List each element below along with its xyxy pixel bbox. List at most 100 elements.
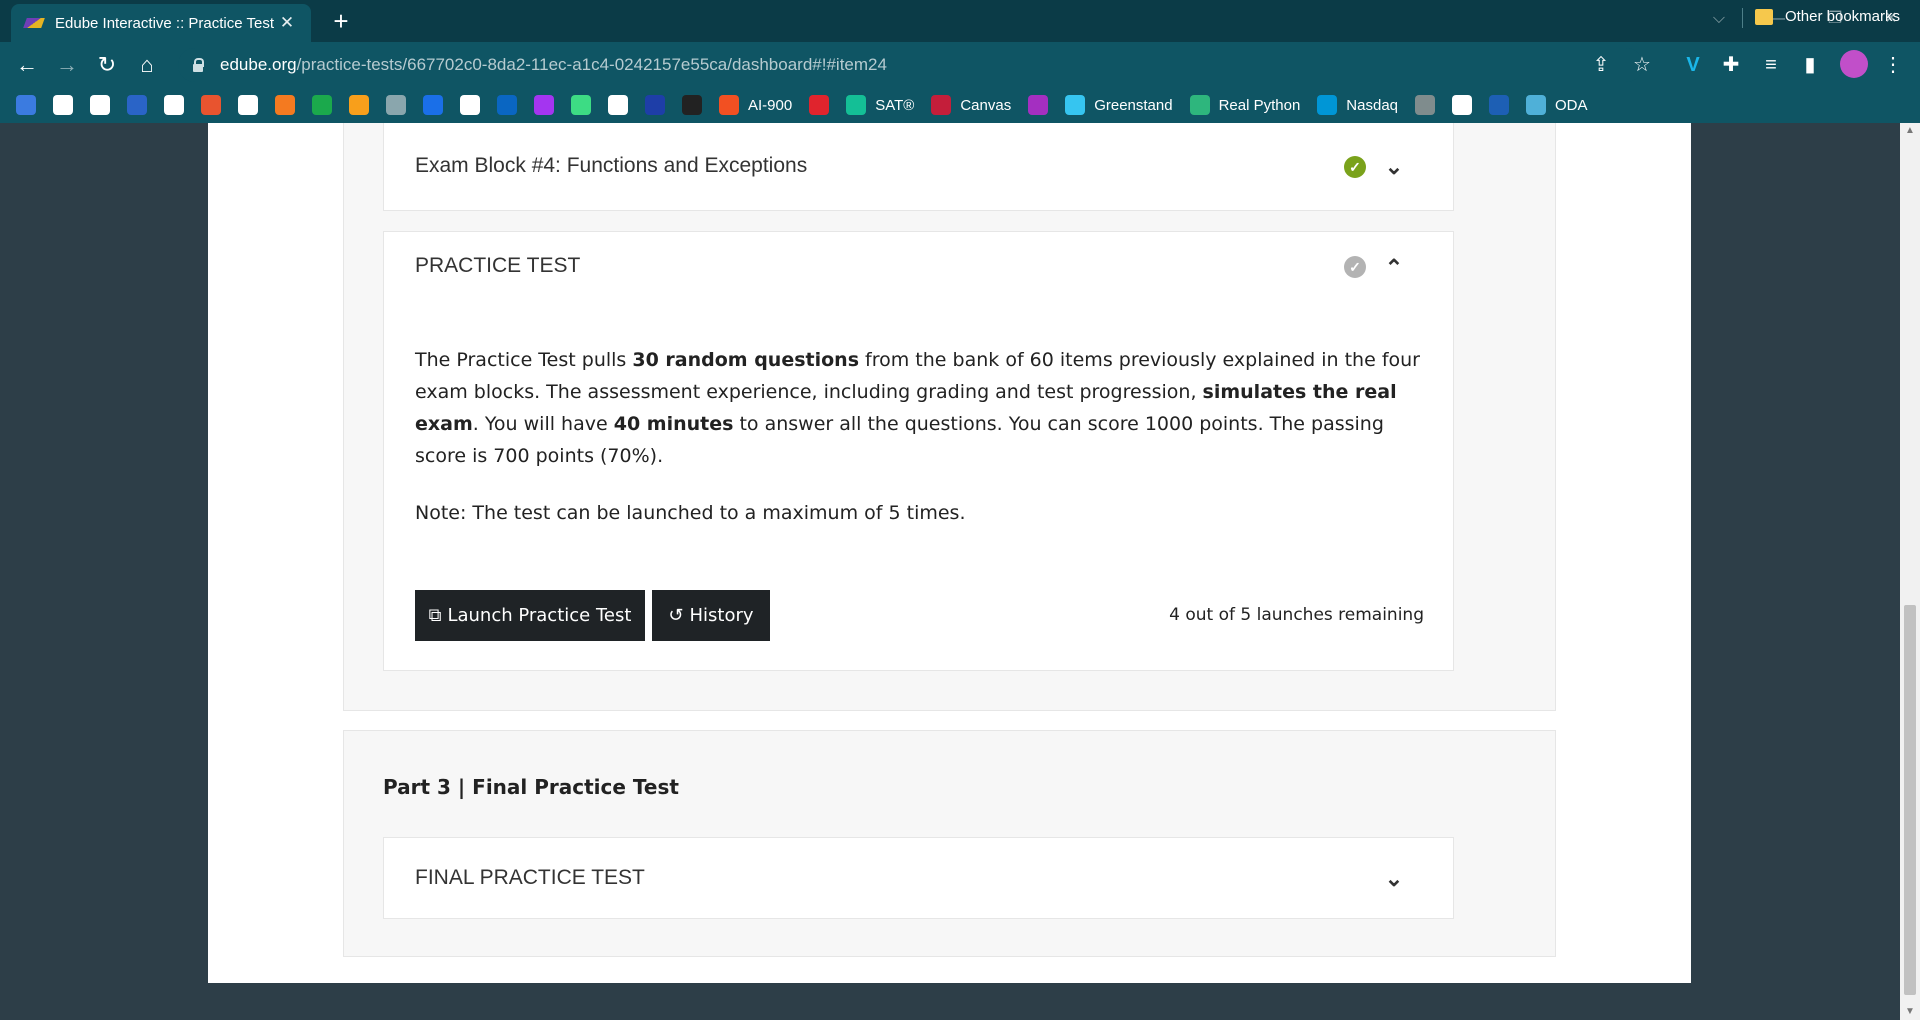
tab-close-icon[interactable]: ✕ xyxy=(277,13,297,33)
lambda-icon xyxy=(238,95,258,115)
bookmark-item[interactable] xyxy=(423,95,443,115)
bookmark-item[interactable] xyxy=(386,95,406,115)
completed-check-icon: ✓ xyxy=(1344,156,1366,178)
bookmark-item[interactable] xyxy=(460,95,480,115)
bookmark-label: Real Python xyxy=(1218,96,1301,114)
address-bar[interactable]: edube.org /practice-tests/667702c0-8da2-… xyxy=(178,48,1643,82)
bookmark-item[interactable] xyxy=(1028,95,1049,115)
bookmark-item[interactable] xyxy=(16,95,36,115)
practice-test-panel: PRACTICE TEST ✓ ⌃ The Practice Test pull… xyxy=(383,231,1454,671)
browser-toolbar: ← → ↻ ⌂ edube.org /practice-tests/667702… xyxy=(0,42,1920,87)
bookmark-label: SAT® xyxy=(875,96,915,114)
bookmark-item[interactable]: Canvas xyxy=(931,95,1011,115)
github-icon xyxy=(53,95,73,115)
launch-practice-test-button[interactable]: ⧉ Launch Practice Test xyxy=(415,590,645,641)
tab-search-icon[interactable]: ⌵ xyxy=(1690,0,1748,38)
external-link-icon: ⧉ xyxy=(428,605,442,626)
bookmark-item[interactable] xyxy=(534,95,554,115)
bookmark-item[interactable]: Greenstand xyxy=(1065,95,1173,115)
bookmark-item[interactable] xyxy=(90,95,110,115)
bookmark-label: ODA xyxy=(1555,96,1588,114)
browser-titlebar: Edube Interactive :: Practice Test | ✕ +… xyxy=(0,0,1920,42)
pending-check-icon: ✓ xyxy=(1344,256,1366,278)
bookmark-star-icon[interactable]: ☆ xyxy=(1629,52,1655,78)
launches-remaining: 4 out of 5 launches remaining xyxy=(1169,605,1424,625)
url-path: /practice-tests/667702c0-8da2-11ec-a1c4-… xyxy=(296,55,887,74)
bookmark-item[interactable] xyxy=(682,95,702,115)
part3-title: Part 3 | Final Practice Test xyxy=(383,775,679,799)
scroll-up-arrow-icon[interactable]: ▲ xyxy=(1900,123,1920,139)
bookmark-item[interactable]: ODA xyxy=(1526,95,1588,115)
bookmark-item[interactable] xyxy=(238,95,258,115)
page-scrollbar[interactable]: ▲ ▼ xyxy=(1900,123,1920,1020)
bookmark-item[interactable] xyxy=(1489,95,1509,115)
folder-icon xyxy=(1754,8,1773,25)
scrollbar-thumb[interactable] xyxy=(1904,605,1916,995)
other-bookmarks[interactable]: Other bookmarks xyxy=(1754,8,1900,25)
final-practice-test-panel[interactable]: FINAL PRACTICE TEST ⌄ xyxy=(383,837,1454,919)
forward-button[interactable]: → xyxy=(50,48,84,82)
side-panel-icon[interactable]: ▮ xyxy=(1797,52,1823,78)
dots-icon xyxy=(386,95,406,115)
bookmark-item[interactable]: AI-900 xyxy=(719,95,792,115)
bookmark-item[interactable] xyxy=(349,95,369,115)
bookmark-label: Canvas xyxy=(960,96,1012,114)
exam-block-4-panel[interactable]: Exam Block #4: Functions and Exceptions … xyxy=(383,123,1454,211)
tab-title: Edube Interactive :: Practice Test | xyxy=(55,14,277,32)
stripes-icon xyxy=(275,95,295,115)
bookmark-item[interactable] xyxy=(571,95,591,115)
launch-limit-note: Note: The test can be launched to a maxi… xyxy=(415,502,966,524)
bookmark-item[interactable] xyxy=(164,95,184,115)
android-icon xyxy=(571,95,591,115)
browser-tab[interactable]: Edube Interactive :: Practice Test | ✕ xyxy=(11,4,311,42)
bookmark-item[interactable]: Nasdaq xyxy=(1317,95,1398,115)
media-control-icon[interactable]: ≡ xyxy=(1758,52,1784,78)
bookmark-item[interactable] xyxy=(127,95,147,115)
share-icon[interactable]: ⇪ xyxy=(1588,52,1614,78)
menu-kebab-icon[interactable]: ⋮ xyxy=(1880,52,1906,78)
final-practice-test-title: FINAL PRACTICE TEST xyxy=(415,866,645,889)
bookmark-item[interactable] xyxy=(201,95,221,115)
hackerrank-icon xyxy=(312,95,332,115)
bookmark-item[interactable] xyxy=(608,95,628,115)
edube-favicon-icon xyxy=(25,14,43,32)
stack-icon xyxy=(16,95,36,115)
launch-label: Launch Practice Test xyxy=(447,605,632,626)
reload-button[interactable]: ↻ xyxy=(90,48,124,82)
bookmark-item[interactable]: SAT® xyxy=(846,95,914,115)
terminal-icon xyxy=(682,95,702,115)
back-button[interactable]: ← xyxy=(10,48,44,82)
profile-avatar-icon[interactable] xyxy=(1840,50,1868,78)
bookmark-item[interactable] xyxy=(809,95,830,115)
bookmarks-bar: AI-900 SAT® Canvas Greenstand Real Python Nas… xyxy=(0,87,1920,123)
linkedin-icon xyxy=(497,95,517,115)
swirl-icon xyxy=(201,95,221,115)
bookmark-item[interactable]: Real Python xyxy=(1189,95,1301,115)
dna-icon xyxy=(1526,95,1546,115)
lock-icon[interactable] xyxy=(190,57,206,73)
new-tab-button[interactable]: + xyxy=(326,6,356,36)
bookmark-item[interactable] xyxy=(497,95,517,115)
bookmark-item[interactable] xyxy=(275,95,295,115)
bookmark-item[interactable] xyxy=(312,95,332,115)
part2-section: Exam Block #4: Functions and Exceptions … xyxy=(343,123,1556,711)
extensions-icon[interactable]: ✚ xyxy=(1718,52,1744,78)
chart-line-icon xyxy=(1317,95,1338,115)
home-button[interactable]: ⌂ xyxy=(130,48,164,82)
history-button[interactable]: ↺ History xyxy=(652,590,770,641)
mw-icon xyxy=(1452,95,1472,115)
chevron-down-icon[interactable]: ⌄ xyxy=(1384,156,1404,178)
bookmark-item[interactable] xyxy=(1415,95,1435,115)
ed-icon xyxy=(1028,95,1049,115)
bookmark-item[interactable] xyxy=(645,95,665,115)
exam-block-4-title: Exam Block #4: Functions and Exceptions xyxy=(415,154,808,177)
bookmark-item[interactable] xyxy=(1452,95,1472,115)
vimeo-extension-icon[interactable]: V xyxy=(1680,52,1706,78)
edx-icon xyxy=(460,95,480,115)
scroll-down-arrow-icon[interactable]: ▼ xyxy=(1900,1004,1920,1020)
bookmark-label: Greenstand xyxy=(1094,96,1173,114)
bookmark-item[interactable] xyxy=(53,95,73,115)
c-icon xyxy=(423,95,443,115)
chevron-down-icon[interactable]: ⌄ xyxy=(1384,868,1404,890)
chevron-up-icon[interactable]: ⌃ xyxy=(1384,257,1404,279)
